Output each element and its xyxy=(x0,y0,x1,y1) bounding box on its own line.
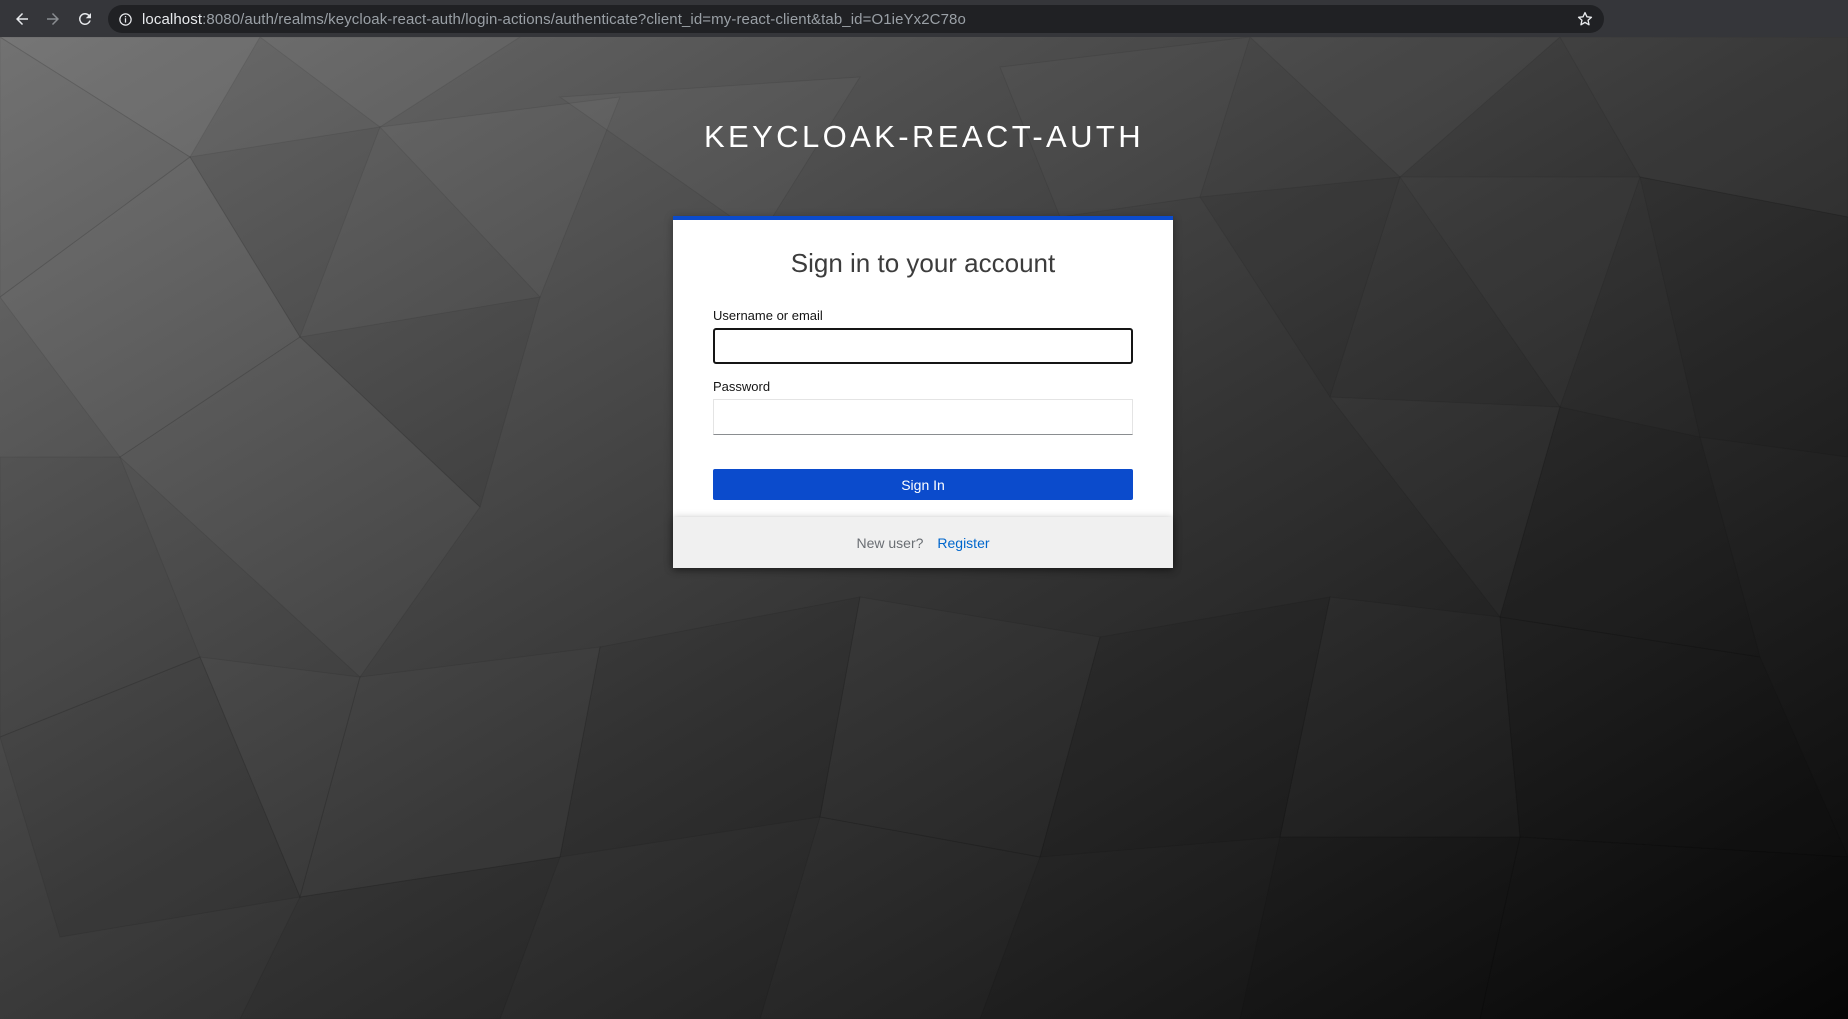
username-label: Username or email xyxy=(713,308,823,323)
site-info-icon[interactable] xyxy=(108,12,142,27)
star-icon[interactable] xyxy=(1576,10,1594,28)
url-host: localhost xyxy=(142,10,203,28)
username-input[interactable] xyxy=(713,328,1133,364)
reload-button[interactable] xyxy=(72,6,98,32)
url-path: :8080/auth/realms/keycloak-react-auth/lo… xyxy=(202,10,966,28)
reload-icon xyxy=(78,12,91,25)
login-card: Sign in to your account Username or emai… xyxy=(673,216,1173,566)
arrow-left-icon xyxy=(16,13,28,25)
forward-button[interactable] xyxy=(40,6,66,32)
card-footer: New user? Register xyxy=(673,517,1173,568)
browser-toolbar: localhost:8080/auth/realms/keycloak-reac… xyxy=(0,0,1848,37)
card-title: Sign in to your account xyxy=(790,248,1056,278)
back-button[interactable] xyxy=(9,6,35,32)
password-input[interactable] xyxy=(713,399,1133,435)
url-text[interactable]: localhost:8080/auth/realms/keycloak-reac… xyxy=(142,11,966,28)
realm-title: KEYCLOAK-REACT-AUTH xyxy=(703,119,1145,154)
sign-in-button[interactable]: Sign In xyxy=(713,469,1133,500)
new-user-text: New user? xyxy=(856,534,924,551)
address-bar[interactable]: localhost:8080/auth/realms/keycloak-reac… xyxy=(108,5,1604,33)
arrow-right-icon xyxy=(47,13,59,25)
register-link[interactable]: Register xyxy=(937,535,989,551)
password-label: Password xyxy=(713,379,771,394)
